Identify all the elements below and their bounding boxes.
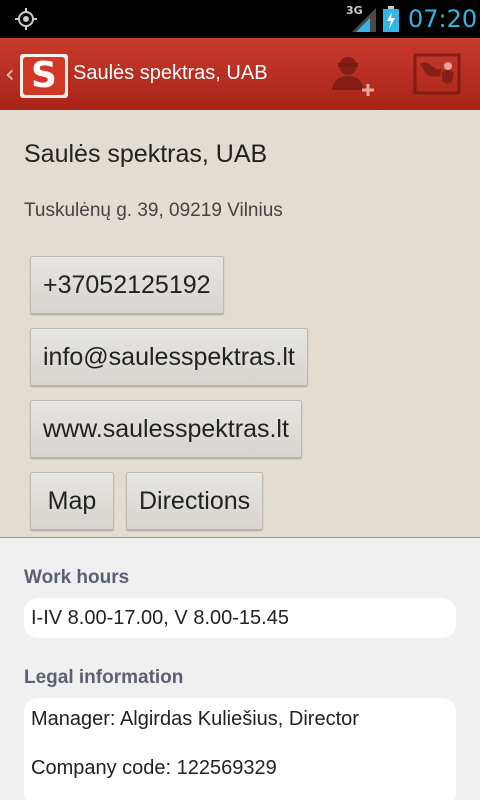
- up-navigation[interactable]: ‹ S Saulės spektras, UAB: [0, 38, 300, 110]
- details-panel: Work hours I-IV 8.00-17.00, V 8.00-15.45…: [0, 537, 480, 800]
- battery-charging-icon: [383, 6, 399, 32]
- work-hours-value: I-IV 8.00-17.00, V 8.00-15.45: [31, 607, 289, 629]
- status-bar: 3G 07:20: [0, 0, 480, 38]
- back-caret-icon: ‹: [5, 60, 15, 88]
- work-hours-title: Work hours: [24, 567, 130, 588]
- directions-button[interactable]: Directions: [126, 472, 264, 530]
- signal-icon: [352, 8, 376, 32]
- company-address: Tuskulėnų g. 39, 09219 Vilnius: [24, 200, 283, 221]
- add-contact-icon[interactable]: [326, 50, 378, 98]
- phone-button[interactable]: +37052125192: [30, 256, 224, 314]
- legal-company-code: Company code: 122569329: [31, 757, 277, 779]
- app-logo-letter: S: [23, 57, 65, 95]
- status-time: 07:20: [408, 5, 478, 33]
- website-button[interactable]: www.saulesspektras.lt: [30, 400, 302, 458]
- company-name: Saulės spektras, UAB: [24, 140, 268, 168]
- gps-icon: [15, 8, 37, 30]
- app-logo: S: [20, 54, 68, 98]
- action-bar: ‹ S Saulės spektras, UAB: [0, 38, 480, 110]
- email-button[interactable]: info@saulesspektras.lt: [30, 328, 308, 386]
- action-bar-title: Saulės spektras, UAB: [73, 62, 268, 84]
- work-hours-card: I-IV 8.00-17.00, V 8.00-15.45: [24, 598, 456, 638]
- legal-info-title: Legal information: [24, 667, 184, 688]
- map-icon[interactable]: [412, 52, 462, 96]
- legal-manager: Manager: Algirdas Kuliešius, Director: [31, 708, 359, 730]
- map-button[interactable]: Map: [30, 472, 114, 530]
- legal-info-card: Manager: Algirdas Kuliešius, Director Co…: [24, 698, 456, 800]
